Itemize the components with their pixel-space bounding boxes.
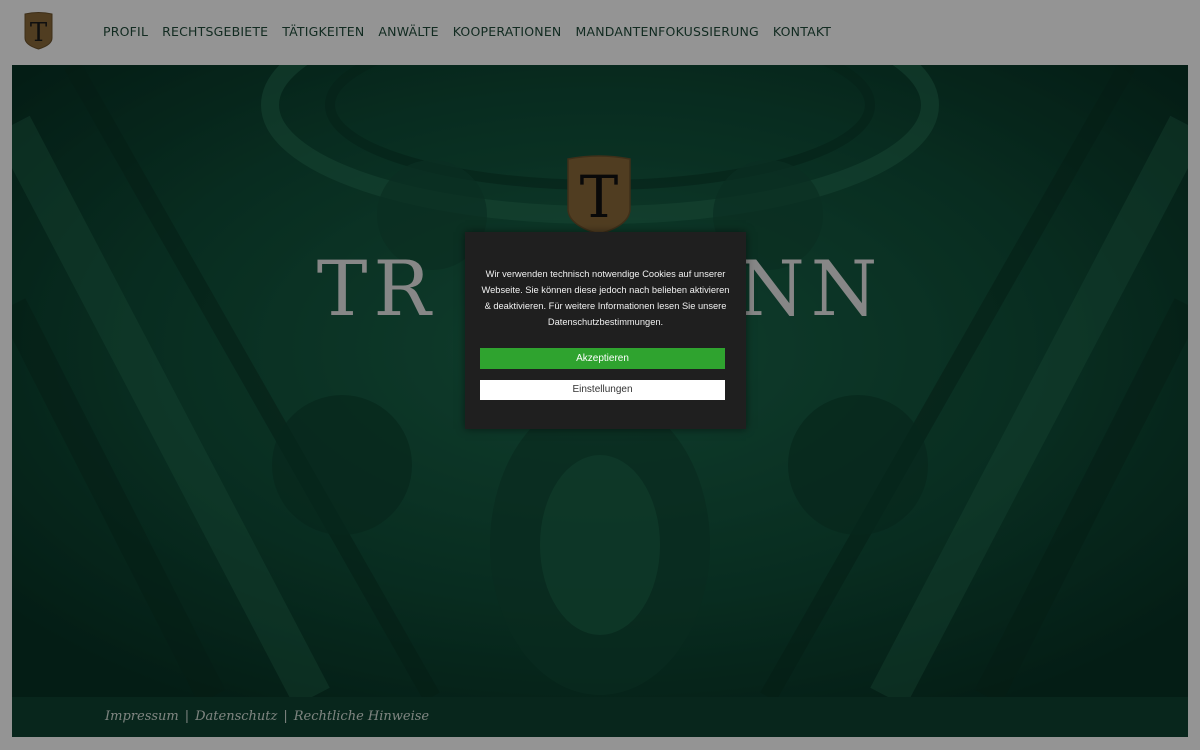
cookie-consent-dialog: Wir verwenden technisch notwendige Cooki… bbox=[465, 232, 746, 429]
cookie-settings-button[interactable]: Einstellungen bbox=[480, 380, 725, 400]
cookie-consent-text: Wir verwenden technisch notwendige Cooki… bbox=[481, 269, 730, 327]
accept-cookies-button[interactable]: Akzeptieren bbox=[480, 348, 725, 369]
